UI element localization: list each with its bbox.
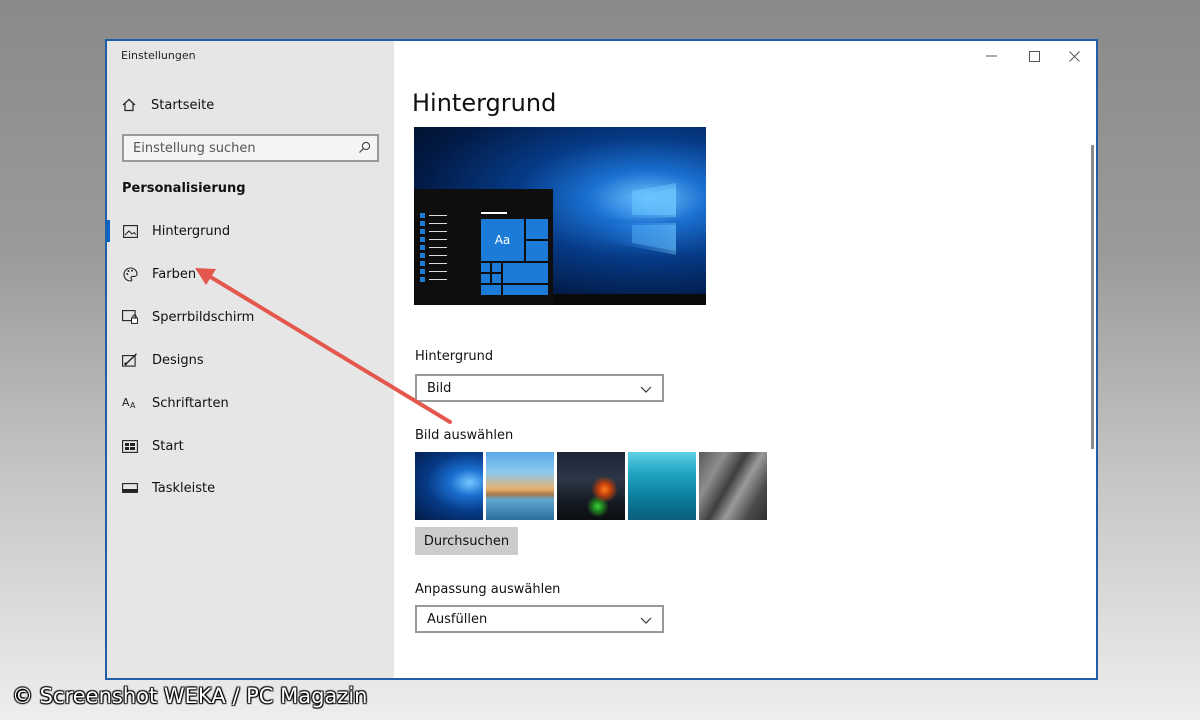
image-credit: © Screenshot WEKA / PC Magazin bbox=[12, 684, 368, 708]
annotation-arrow bbox=[195, 268, 452, 424]
